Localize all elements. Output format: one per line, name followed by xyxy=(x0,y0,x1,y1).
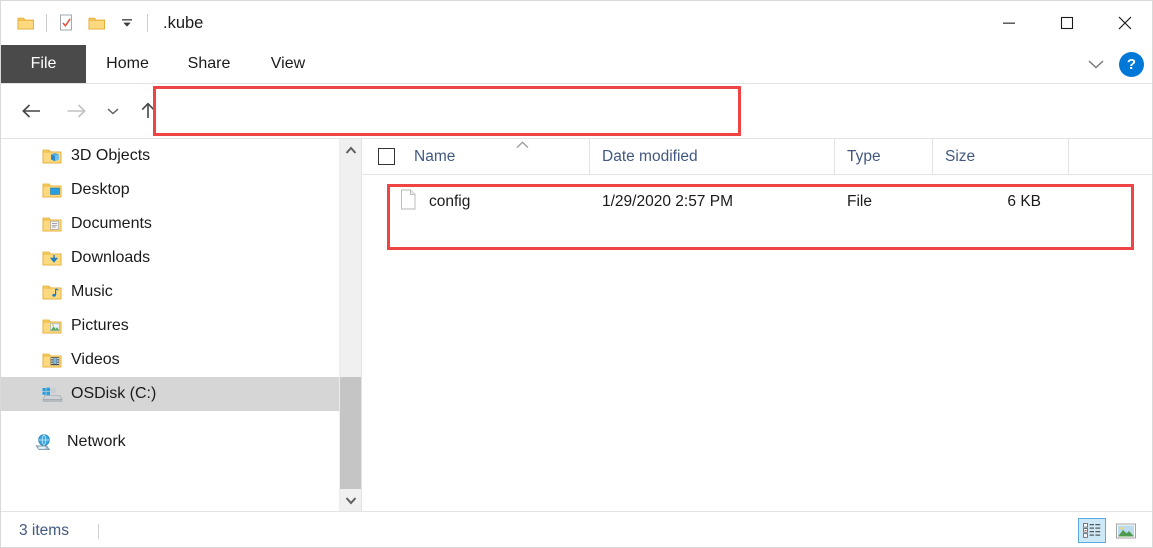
maximize-button[interactable] xyxy=(1038,1,1096,45)
file-name-cell[interactable]: config xyxy=(362,189,590,215)
properties-icon[interactable] xyxy=(52,9,82,37)
sidebar-item-videos[interactable]: Videos xyxy=(1,343,339,377)
details-view-button[interactable] xyxy=(1078,518,1106,543)
drive-windows-icon xyxy=(41,384,63,404)
tab-share[interactable]: Share xyxy=(169,45,249,83)
scroll-up-icon[interactable] xyxy=(340,139,362,161)
tab-home[interactable]: Home xyxy=(86,45,169,83)
up-button[interactable] xyxy=(131,94,165,128)
sidebar-item-label: Network xyxy=(67,433,126,451)
content-area: 3D Objects Desktop xyxy=(1,138,1153,511)
folder-videos-icon xyxy=(41,350,63,370)
column-header-spacer xyxy=(1069,139,1153,174)
window-title: .kube xyxy=(163,14,203,33)
sidebar-item-desktop[interactable]: Desktop xyxy=(1,173,339,207)
sidebar-item-label: OSDisk (C:) xyxy=(71,385,156,403)
recent-locations-icon[interactable] xyxy=(101,94,125,128)
file-list-pane: Name Date modified Type Size config 1/ xyxy=(362,139,1153,511)
file-date-cell: 1/29/2020 2:57 PM xyxy=(590,193,835,211)
sidebar-item-pictures[interactable]: Pictures xyxy=(1,309,339,343)
navigation-pane-scrollbar[interactable] xyxy=(339,139,361,511)
sidebar-item-downloads[interactable]: Downloads xyxy=(1,241,339,275)
back-button[interactable] xyxy=(15,94,49,128)
status-bar: 3 items xyxy=(1,511,1153,548)
large-icons-view-button[interactable] xyxy=(1112,518,1140,543)
sidebar-item-label: 3D Objects xyxy=(71,147,150,165)
sidebar-item-documents[interactable]: Documents xyxy=(1,207,339,241)
window-controls xyxy=(980,1,1153,45)
column-header-date-modified[interactable]: Date modified xyxy=(590,139,835,174)
column-header-size[interactable]: Size xyxy=(933,139,1069,174)
network-icon xyxy=(33,432,55,452)
file-size-cell: 6 KB xyxy=(933,193,1053,211)
sidebar-item-label: Pictures xyxy=(71,317,129,335)
folder-desktop-icon xyxy=(41,180,63,200)
close-button[interactable] xyxy=(1096,1,1153,45)
item-count-label: 3 items xyxy=(19,522,69,540)
file-type-cell: File xyxy=(835,193,933,211)
navigation-row: « OSDisk (C:) Users alkohli .kube xyxy=(1,84,1153,138)
sidebar-item-label: Music xyxy=(71,283,113,301)
help-button[interactable]: ? xyxy=(1119,52,1144,77)
folder-downloads-icon xyxy=(41,248,63,268)
quick-access-toolbar: .kube xyxy=(1,9,203,37)
sidebar-item-label: Desktop xyxy=(71,181,130,199)
customize-quick-access-toolbar-icon[interactable] xyxy=(112,9,142,37)
tab-file[interactable]: File xyxy=(1,45,86,83)
tab-view[interactable]: View xyxy=(249,45,327,83)
folder-documents-icon xyxy=(41,214,63,234)
sidebar-item-label: Documents xyxy=(71,215,152,233)
title-bar: .kube xyxy=(1,1,1153,45)
sidebar-item-label: Downloads xyxy=(71,249,150,267)
minimize-button[interactable] xyxy=(980,1,1038,45)
sidebar-item-3d-objects[interactable]: 3D Objects xyxy=(1,139,339,173)
column-header-type[interactable]: Type xyxy=(835,139,933,174)
scrollbar-thumb[interactable] xyxy=(340,377,362,489)
forward-button[interactable] xyxy=(59,94,93,128)
toolbar-separator-2 xyxy=(147,14,148,32)
sidebar-item-network[interactable]: Network xyxy=(1,425,339,459)
ribbon-tab-bar: File Home Share View xyxy=(1,45,1153,83)
sidebar-item-label: Videos xyxy=(71,351,120,369)
ribbon-right-controls: ? xyxy=(1079,45,1144,83)
column-header-name[interactable]: Name xyxy=(362,139,590,174)
file-name-label: config xyxy=(429,193,470,211)
navigation-pane: 3D Objects Desktop xyxy=(1,139,339,511)
folder-3d-objects-icon xyxy=(41,146,63,166)
sidebar-item-osdisk[interactable]: OSDisk (C:) xyxy=(1,377,339,411)
generic-file-icon xyxy=(400,189,417,215)
scroll-down-icon[interactable] xyxy=(340,489,362,511)
status-separator xyxy=(98,524,99,539)
table-row[interactable]: config 1/29/2020 2:57 PM File 6 KB xyxy=(362,183,1153,221)
toolbar-separator xyxy=(46,14,47,32)
chevron-down-icon[interactable] xyxy=(1079,47,1113,81)
view-mode-buttons xyxy=(1078,518,1140,543)
sidebar-item-music[interactable]: Music xyxy=(1,275,339,309)
new-folder-icon[interactable] xyxy=(82,9,112,37)
file-explorer-window: .kube File Home Share View xyxy=(0,0,1153,548)
sidebar-spacer xyxy=(1,411,339,425)
column-headers: Name Date modified Type Size xyxy=(362,139,1153,175)
folder-music-icon xyxy=(41,282,63,302)
folder-pictures-icon xyxy=(41,316,63,336)
folder-icon[interactable] xyxy=(11,9,41,37)
